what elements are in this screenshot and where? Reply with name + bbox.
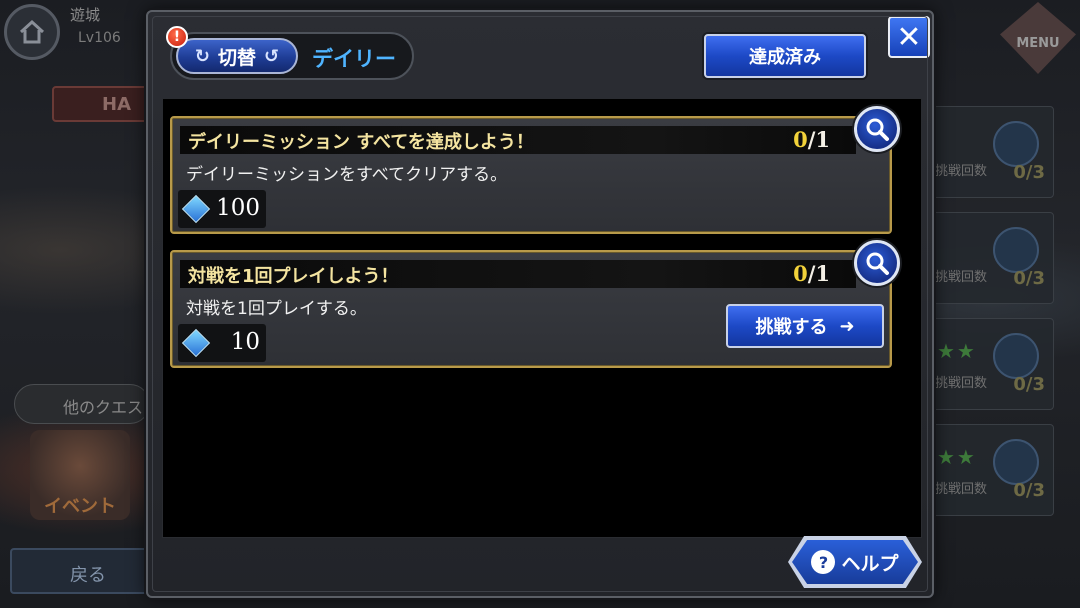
close-button[interactable]: ✕ [888, 16, 930, 58]
tab-switcher: ↻ 切替 ↺ ! デイリー [166, 26, 414, 80]
switch-label: 切替 [217, 46, 256, 69]
star-rating-icon: ★★ [937, 339, 977, 363]
help-icon: ? [811, 550, 836, 574]
side-card-count: 0/3 [1013, 268, 1045, 289]
mission-title: デイリーミッション すべてを達成しよう！ [188, 132, 534, 153]
side-card-label: 挑戦回数 [935, 270, 988, 285]
search-icon [866, 118, 889, 141]
close-icon: ✕ [896, 19, 922, 55]
search-icon [993, 121, 1039, 167]
ha-label: HA [102, 94, 131, 115]
challenge-button[interactable]: 挑戦する ➜ [726, 304, 884, 348]
mission-detail-button[interactable] [854, 106, 900, 152]
mission-reward: 10 [178, 324, 266, 362]
side-quest-card[interactable]: ★★ 挑戦回数 0/3 [930, 424, 1054, 516]
mission-card: デイリーミッション すべてを達成しよう！ 0/1 デイリーミッションをすべてクリ… [170, 106, 900, 234]
mission-title-bar: デイリーミッション すべてを達成しよう！ 0/1 [180, 126, 856, 154]
menu-label: MENU [1016, 36, 1060, 51]
challenge-label: 挑戦する [755, 317, 828, 338]
reward-amount: 100 [216, 195, 260, 221]
help-button[interactable]: ? ヘルプ [792, 540, 918, 584]
switch-button[interactable]: ↻ 切替 ↺ [176, 38, 298, 74]
home-icon [19, 19, 45, 44]
mission-progress: 0/1 [793, 261, 830, 286]
event-label: イベント [44, 496, 116, 517]
crystal-icon [181, 328, 211, 358]
mission-reward: 100 [178, 190, 266, 228]
alert-icon: ! [166, 26, 188, 48]
side-quest-card[interactable]: 挑戦回数 0/3 [930, 106, 1054, 198]
side-card-count: 0/3 [1013, 480, 1045, 501]
mission-dialog: ↻ 切替 ↺ ! デイリー 達成済み ✕ デイリーミッション すべてを達成しよう… [146, 10, 934, 598]
progress-total: /1 [807, 127, 830, 152]
mission-description: 対戦を1回プレイする。 [186, 299, 367, 319]
search-icon [993, 439, 1039, 485]
side-quest-card[interactable]: ★★ 挑戦回数 0/3 [930, 318, 1054, 410]
search-icon [866, 252, 889, 275]
area-title: 遊城 [70, 6, 101, 24]
progress-current: 0 [793, 261, 808, 286]
rotate-left-icon: ↻ [194, 45, 210, 67]
side-card-count: 0/3 [1013, 162, 1045, 183]
help-label: ヘルプ [841, 552, 899, 575]
ha-button[interactable]: HA [52, 86, 150, 122]
mission-title: 対戦を1回プレイしよう！ [188, 266, 399, 287]
home-button[interactable] [4, 4, 60, 60]
back-button[interactable]: 戻る [10, 548, 150, 594]
completed-label: 達成済み [749, 47, 821, 68]
reward-amount: 10 [230, 329, 260, 355]
back-label: 戻る [70, 565, 106, 586]
current-tab-label: デイリー [312, 47, 396, 71]
star-rating-icon: ★★ [937, 445, 977, 469]
other-quest-label: 他のクエス [63, 398, 144, 417]
progress-total: /1 [807, 261, 830, 286]
side-quest-card[interactable]: 挑戦回数 0/3 [930, 212, 1054, 304]
mission-card: 対戦を1回プレイしよう！ 0/1 対戦を1回プレイする。 10 挑戦する ➜ [170, 240, 900, 368]
progress-current: 0 [793, 127, 808, 152]
arrow-right-icon: ➜ [839, 315, 855, 337]
event-button[interactable]: イベント [30, 430, 130, 520]
crystal-icon [181, 194, 211, 224]
search-icon [993, 227, 1039, 273]
mission-detail-button[interactable] [854, 240, 900, 286]
player-level: Lv106 [78, 30, 121, 46]
completed-missions-button[interactable]: 達成済み [704, 34, 866, 78]
mission-progress: 0/1 [793, 127, 830, 152]
rotate-right-icon: ↺ [264, 45, 280, 67]
side-card-count: 0/3 [1013, 374, 1045, 395]
search-icon [993, 333, 1039, 379]
side-card-label: 挑戦回数 [935, 482, 988, 497]
other-quest-button[interactable]: 他のクエス [14, 384, 150, 424]
mission-title-bar: 対戦を1回プレイしよう！ 0/1 [180, 260, 856, 288]
side-card-label: 挑戦回数 [935, 376, 988, 391]
mission-description: デイリーミッションをすべてクリアする。 [186, 165, 508, 185]
side-card-label: 挑戦回数 [935, 164, 988, 179]
